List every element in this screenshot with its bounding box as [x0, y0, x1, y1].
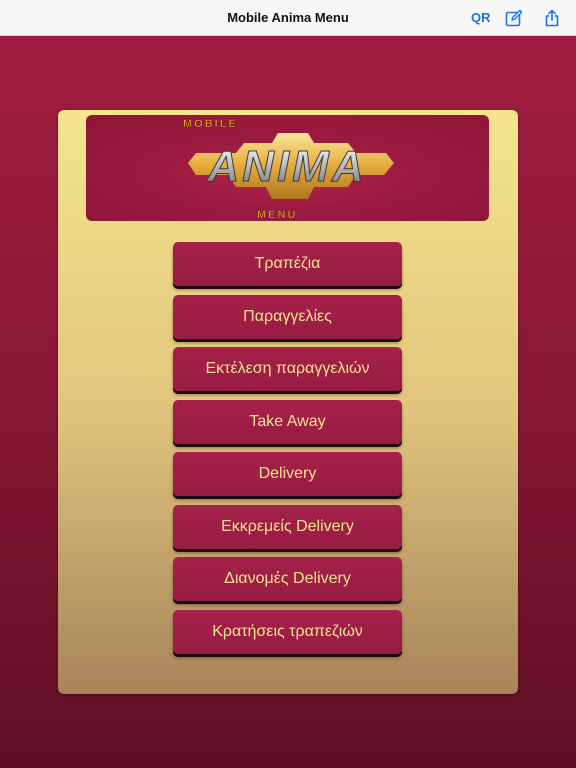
- app-background: MOBILE ANIMA MENU Τραπέζια Παραγγελίες Ε…: [0, 36, 576, 768]
- logo-main-text: ANIMA: [206, 142, 366, 191]
- qr-button[interactable]: QR: [471, 0, 491, 36]
- navigation-bar: Mobile Anima Menu QR: [0, 0, 576, 36]
- take-away-button[interactable]: Take Away: [173, 399, 402, 444]
- menu-button-label: Διανομές Delivery: [224, 570, 351, 587]
- delivery-button[interactable]: Delivery: [173, 452, 402, 496]
- menu-button-label: Εκκρεμείς Delivery: [221, 517, 354, 535]
- pending-delivery-button[interactable]: Εκκρεμείς Delivery: [173, 504, 402, 549]
- menu-button-label: Κρατήσεις τραπεζιών: [212, 622, 363, 640]
- compose-icon[interactable]: [505, 9, 523, 27]
- main-menu: Τραπέζια Παραγγελίες Εκτέλεση παραγγελιώ…: [173, 242, 402, 662]
- logo-bottom-text: MENU: [257, 209, 297, 221]
- delivery-routes-button[interactable]: Διανομές Delivery: [173, 557, 402, 601]
- share-icon[interactable]: [543, 9, 561, 27]
- menu-button-label: Delivery: [258, 465, 317, 482]
- orders-button[interactable]: Παραγγελίες: [173, 294, 402, 339]
- tables-button[interactable]: Τραπέζια: [173, 242, 402, 286]
- menu-button-label: Take Away: [249, 412, 326, 430]
- menu-panel: MOBILE ANIMA MENU Τραπέζια Παραγγελίες Ε…: [58, 110, 518, 694]
- app-logo: MOBILE ANIMA MENU: [86, 115, 489, 221]
- menu-button-label: Τραπέζια: [254, 255, 321, 272]
- logo-top-text: MOBILE: [183, 118, 238, 130]
- table-reservations-button[interactable]: Κρατήσεις τραπεζιών: [173, 609, 402, 654]
- menu-button-label: Εκτέλεση παραγγελιών: [205, 360, 370, 377]
- order-execution-button[interactable]: Εκτέλεση παραγγελιών: [173, 347, 402, 391]
- menu-button-label: Παραγγελίες: [243, 307, 332, 325]
